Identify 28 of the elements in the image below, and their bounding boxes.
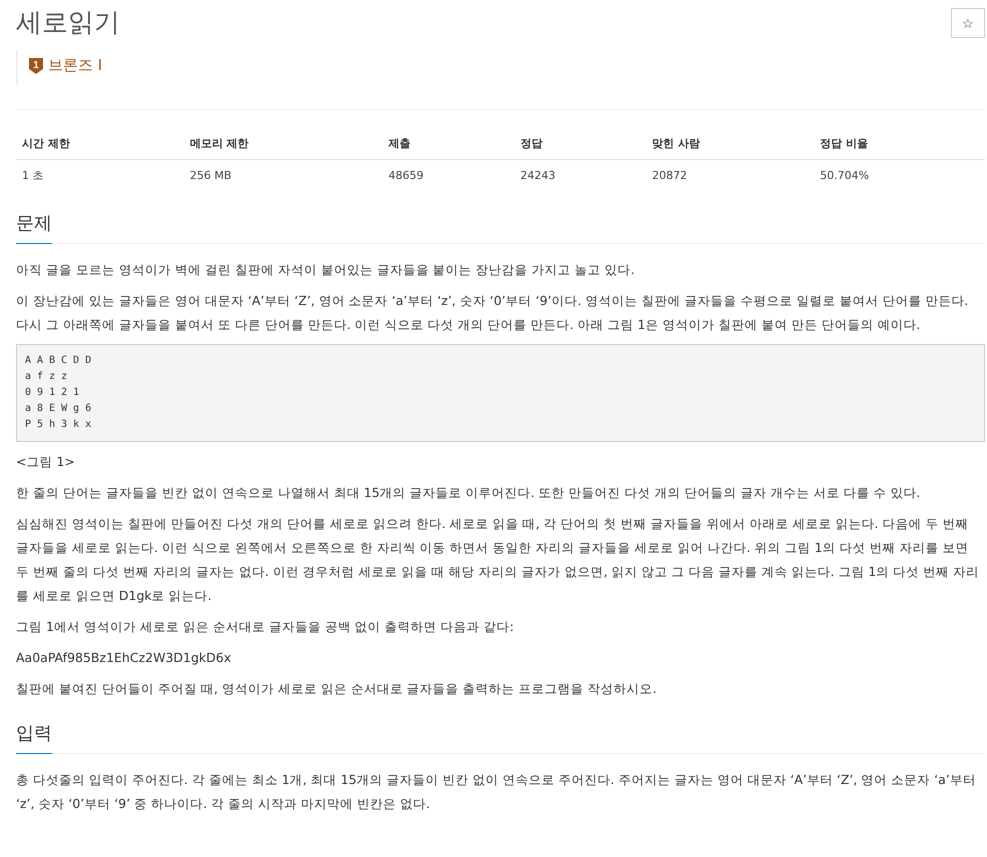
paragraph: Aa0aPAf985Bz1EhCz2W3D1gkD6x [16,649,232,667]
code-block: A A B C D D a f z z 0 9 1 2 1 a 8 E W g 6 P 5 h 3 k x [16,344,985,442]
column-header: 맞힌 사람 [646,130,814,160]
column-header: 메모리 제한 [184,130,383,160]
paragraph: 아직 글을 모르는 영석이가 벽에 걸린 칠판에 자석이 붙어있는 글자들을 붙이는 장난감을 가지고 놀고 있다. [16,261,636,279]
table-cell: 1 초 [16,160,184,191]
table-cell: 256 MB [184,160,383,191]
favorite-button[interactable]: ☆ [951,8,985,38]
table-cell: 48659 [382,160,514,191]
table-cell: 24243 [514,160,646,191]
problem-title: 세로읽기 [16,7,120,40]
column-header: 제출 [382,130,514,160]
column-header: 정답 비율 [814,130,985,160]
paragraph: <그림 1> [16,453,76,471]
table-cell: 20872 [646,160,814,191]
column-header: 시간 제한 [16,130,184,160]
paragraph: 칠판에 붙여진 단어들이 주어질 때, 영석이가 세로로 읽은 순서대로 글자들을 출력하는 프로그램을 작성하시오. [16,680,658,698]
section-heading: 입력 [16,715,52,754]
table-cell: 50.704% [814,160,985,191]
paragraph: 심심해진 영석이는 칠판에 만들어진 다섯 개의 단어를 세로로 읽으려 한다. 세로로 읽을 때, 각 단어의 첫 번째 글자들을 위에서 아래로 세로로 읽는다. 다음에 두 번째 글자들을 세로로 읽는다. 이런 식으로 왼쪽에서 오른쪽으로 한 자리씩 이동 하면서 동일한 자리의 글자들을 세로로 읽어 나간다. 위의 그림 1의 다섯 번째 자리를 보면 두 번째 줄의 다섯 번째 자리의 글자는 없다. 이런 경우처럼 세로로 읽을 때 해당 자리의 글자가 없으면, 읽지 않고 그 다음 글자를 계속 읽는다. 그림 1의 다섯 번째 자리를 세로로 읽으면 D1gk로 읽는다. [16,515,980,605]
paragraph: 한 줄의 단어는 글자들을 빈칸 없이 연속으로 나열해서 최대 15개의 글자들로 이루어진다. 또한 만들어진 다섯 개의 단어들의 글자 개수는 서로 다를 수 있다. [16,484,922,502]
tier-badge-icon: 1 [28,56,44,74]
column-header: 정답 [514,130,646,160]
section-heading: 문제 [16,205,52,244]
paragraph: 그림 1에서 영석이가 세로로 읽은 순서대로 글자들을 공백 없이 출력하면 다음과 같다: [16,618,515,636]
tier-link[interactable]: 브론즈 I [48,56,102,75]
paragraph: 총 다섯줄의 입력이 주어진다. 각 줄에는 최소 1개, 최대 15개의 글자들이 빈칸 없이 연속으로 주어진다. 주어지는 글자는 영어 대문자 ‘A’부터 ‘Z’, 영어 소문자 ‘a’부터 ‘z’, 숫자 ‘0’부터 ‘9’ 중 하나이다. 각 줄의 시작과 마지막에 빈칸은 없다. [16,771,977,813]
paragraph: 이 장난감에 있는 글자들은 영어 대문자 ‘A’부터 ‘Z’, 영어 소문자 ‘a’부터 ‘z’, 숫자 ‘0’부터 ‘9’이다. 영석이는 칠판에 글자들을 수평으로 일렬로 붙여서 단어를 만든다. 다시 그 아래쪽에 글자들을 붙여서 또 다른 단어를 만든다. 이런 식으로 다섯 개의 단어를 만든다. 아래 그림 1은 영석이가 칠판에 붙여 만든 단어들의 예이다. [16,292,970,334]
